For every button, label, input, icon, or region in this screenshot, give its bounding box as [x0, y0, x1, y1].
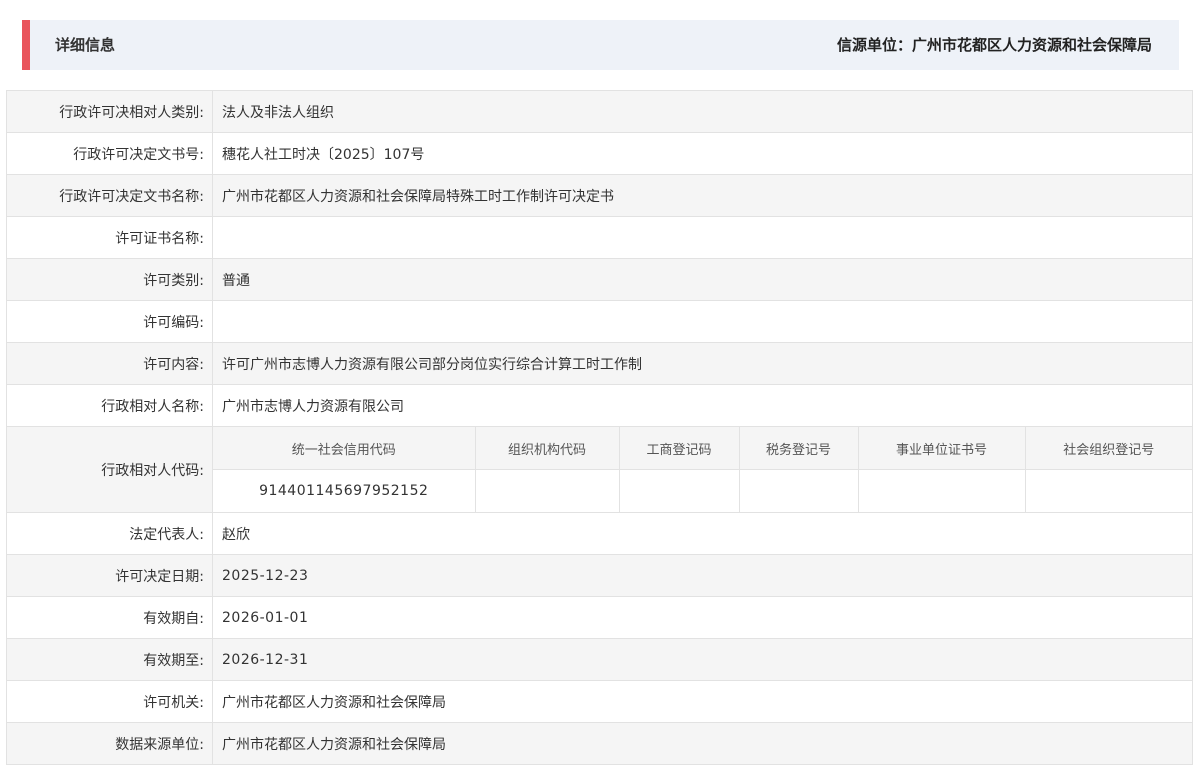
field-value: 2025-12-23: [212, 554, 1193, 597]
table-row: 许可编码:: [6, 300, 1193, 343]
field-label: 行政相对人名称:: [6, 384, 213, 427]
detail-table: 行政许可决相对人类别: 法人及非法人组织 行政许可决定文书号: 穗花人社工时决〔…: [6, 90, 1193, 765]
table-row: 数据来源单位: 广州市花都区人力资源和社会保障局: [6, 722, 1193, 765]
table-row: 行政许可决定文书名称: 广州市花都区人力资源和社会保障局特殊工时工作制许可决定书: [6, 174, 1193, 217]
code-value: [1025, 469, 1192, 512]
code-header: 税务登记号: [739, 427, 859, 470]
field-label: 行政许可决定文书号:: [6, 132, 213, 175]
section-title: 详细信息: [55, 36, 116, 54]
field-label: 许可证书名称:: [6, 216, 213, 259]
source-unit-value: 广州市花都区人力资源和社会保障局: [911, 36, 1152, 54]
field-value: 法人及非法人组织: [212, 90, 1193, 133]
field-label: 许可编码:: [6, 300, 213, 343]
code-header-row: 统一社会信用代码 组织机构代码 工商登记码 税务登记号 事业单位证书号 社会组织…: [213, 427, 1192, 470]
code-value-row: 914401145697952152: [213, 469, 1192, 512]
field-label: 有效期自:: [6, 596, 213, 639]
source-unit-label: 信源单位：: [836, 36, 912, 54]
code-table: 统一社会信用代码 组织机构代码 工商登记码 税务登记号 事业单位证书号 社会组织…: [213, 427, 1192, 512]
table-row: 许可证书名称:: [6, 216, 1193, 259]
table-row: 行政许可决相对人类别: 法人及非法人组织: [6, 90, 1193, 133]
table-row: 行政许可决定文书号: 穗花人社工时决〔2025〕107号: [6, 132, 1193, 175]
table-row: 许可决定日期: 2025-12-23: [6, 554, 1193, 597]
credit-code-value: 914401145697952152: [213, 469, 476, 512]
field-value: 普通: [212, 258, 1193, 301]
field-value: 广州市花都区人力资源和社会保障局: [212, 722, 1193, 765]
field-value: 2026-12-31: [212, 638, 1193, 681]
code-value: [739, 469, 859, 512]
field-value: 穗花人社工时决〔2025〕107号: [212, 132, 1193, 175]
code-header: 工商登记码: [619, 427, 740, 470]
code-header: 组织机构代码: [475, 427, 620, 470]
table-row: 许可机关: 广州市花都区人力资源和社会保障局: [6, 680, 1193, 723]
code-cell: 统一社会信用代码 组织机构代码 工商登记码 税务登记号 事业单位证书号 社会组织…: [212, 426, 1193, 513]
table-row: 行政相对人代码: 统一社会信用代码 组织机构代码 工商登记码 税务登记号 事业单…: [6, 426, 1193, 513]
field-value: [212, 300, 1193, 343]
header-accent-bar: [22, 20, 30, 70]
field-value: 许可广州市志博人力资源有限公司部分岗位实行综合计算工时工作制: [212, 342, 1193, 385]
field-label: 许可内容:: [6, 342, 213, 385]
field-label: 行政许可决相对人类别:: [6, 90, 213, 133]
source-unit: 信源单位：广州市花都区人力资源和社会保障局: [837, 20, 1152, 70]
code-header: 社会组织登记号: [1025, 427, 1192, 470]
field-value: 2026-01-01: [212, 596, 1193, 639]
table-row: 行政相对人名称: 广州市志博人力资源有限公司: [6, 384, 1193, 427]
table-row: 许可类别: 普通: [6, 258, 1193, 301]
detail-header: 详细信息 信源单位：广州市花都区人力资源和社会保障局: [22, 20, 1179, 70]
field-value: [212, 216, 1193, 259]
field-value: 广州市花都区人力资源和社会保障局: [212, 680, 1193, 723]
field-label: 许可决定日期:: [6, 554, 213, 597]
field-value: 赵欣: [212, 512, 1193, 555]
field-label: 许可机关:: [6, 680, 213, 723]
code-header: 事业单位证书号: [858, 427, 1026, 470]
field-value: 广州市志博人力资源有限公司: [212, 384, 1193, 427]
field-value: 广州市花都区人力资源和社会保障局特殊工时工作制许可决定书: [212, 174, 1193, 217]
field-label: 数据来源单位:: [6, 722, 213, 765]
code-value: [619, 469, 740, 512]
table-row: 有效期自: 2026-01-01: [6, 596, 1193, 639]
field-label: 有效期至:: [6, 638, 213, 681]
table-row: 许可内容: 许可广州市志博人力资源有限公司部分岗位实行综合计算工时工作制: [6, 342, 1193, 385]
table-row: 法定代表人: 赵欣: [6, 512, 1193, 555]
field-label: 行政许可决定文书名称:: [6, 174, 213, 217]
field-label: 许可类别:: [6, 258, 213, 301]
code-value: [858, 469, 1026, 512]
table-row: 有效期至: 2026-12-31: [6, 638, 1193, 681]
field-label: 行政相对人代码:: [6, 426, 213, 513]
code-value: [475, 469, 620, 512]
code-header: 统一社会信用代码: [213, 427, 476, 470]
field-label: 法定代表人:: [6, 512, 213, 555]
